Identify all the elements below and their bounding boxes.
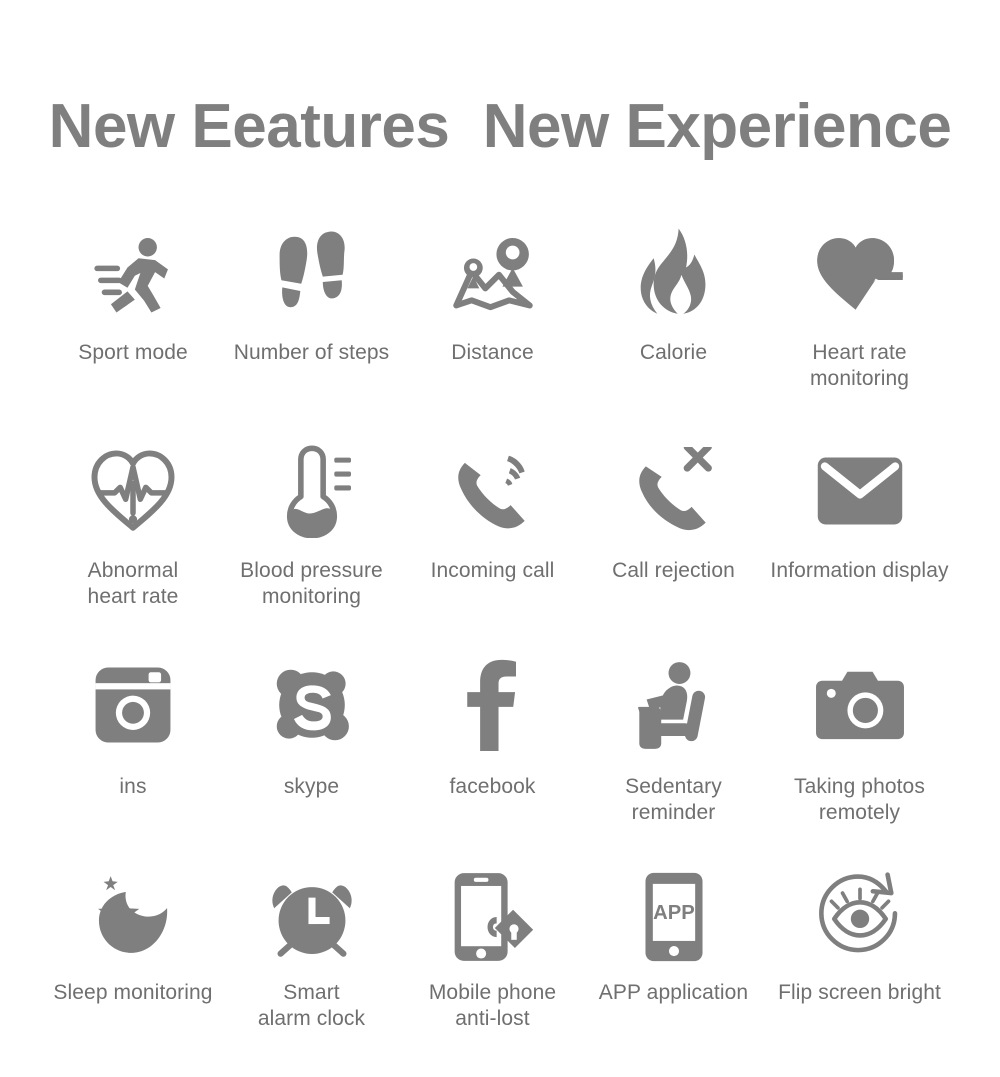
footprints-icon [267,224,357,322]
feature-item-flip-screen-bright[interactable]: Flip screen bright [764,868,955,1006]
feature-item-sport-mode[interactable]: Sport mode [45,224,221,366]
sitting-person-icon [632,656,716,754]
feature-item-blood-pressure-monitoring[interactable]: Blood pressure monitoring [221,442,402,610]
svg-text:APP: APP [653,902,695,924]
feature-item-sleep-monitoring[interactable]: Sleep monitoring [45,868,221,1006]
feature-row-1: Sport mode Number of steps Distance Calo… [0,224,1000,442]
feature-item-call-rejection[interactable]: Call rejection [583,442,764,584]
feature-item-taking-photos-remotely[interactable]: Taking photos remotely [764,656,955,826]
feature-item-calorie[interactable]: Calorie [583,224,764,366]
phone-reject-icon [630,442,718,540]
feature-label: Distance [451,341,534,364]
feature-item-distance[interactable]: Distance [402,224,583,366]
feature-label: Smart alarm clock [257,981,366,1030]
feature-label: facebook [449,775,536,798]
feature-label: skype [283,775,340,798]
thermometer-icon [273,442,351,540]
facebook-icon [465,656,521,754]
feature-label: ins [119,775,147,798]
feature-label: Abnormal heart rate [87,559,179,608]
phone-lock-icon [451,868,535,966]
flame-icon [637,224,711,322]
feature-item-information-display[interactable]: Information display [764,442,955,584]
feature-label: Heart rate monitoring [809,341,910,390]
heart-pulse-filled-icon [812,224,908,322]
feature-label: Sleep monitoring [53,981,213,1004]
feature-item-app-application[interactable]: APP APP application [583,868,764,1006]
phone-app-icon: APP [643,868,705,966]
skype-icon [271,656,353,754]
eye-rotate-icon [814,868,906,966]
feature-label: Flip screen bright [778,981,941,1004]
feature-item-smart-alarm-clock[interactable]: Smart alarm clock [221,868,402,1032]
map-pins-icon [446,224,540,322]
feature-label: Number of steps [233,341,390,364]
feature-label: Taking photos remotely [794,775,925,824]
feature-item-heart-rate-monitoring[interactable]: Heart rate monitoring [764,224,955,392]
feature-grid: Sport mode Number of steps Distance Calo… [0,224,1000,1068]
feature-item-skype[interactable]: skype [221,656,402,800]
feature-label: Mobile phone anti-lost [428,981,557,1030]
feature-item-facebook[interactable]: facebook [402,656,583,800]
feature-row-2: Abnormal heart rate Blood pressure monit… [0,442,1000,656]
feature-item-mobile-phone-anti-lost[interactable]: Mobile phone anti-lost [402,868,583,1032]
feature-item-ins[interactable]: ins [45,656,221,800]
instagram-icon [94,656,172,754]
feature-label: APP application [598,981,749,1004]
running-person-icon [87,224,179,322]
feature-poster: New Eeatures New Experience Sport mode N… [0,0,1000,1077]
feature-label: Information display [770,559,949,582]
feature-label: Sedentary reminder [625,775,722,824]
page-title-block: New Eeatures New Experience [0,0,1000,158]
feature-label: Blood pressure monitoring [240,559,383,608]
feature-row-3: ins skype facebook Sedentary reminder Ta… [0,656,1000,868]
feature-item-abnormal-heart-rate[interactable]: Abnormal heart rate [45,442,221,610]
phone-ringing-icon [449,442,537,540]
alarm-clock-icon [268,868,356,966]
page-title: New Eeatures New Experience [48,92,952,161]
camera-icon [815,656,905,754]
feature-label: Calorie [639,341,708,364]
moon-stars-icon [90,868,176,966]
feature-label: Sport mode [78,341,188,364]
feature-item-incoming-call[interactable]: Incoming call [402,442,583,584]
feature-item-sedentary-reminder[interactable]: Sedentary reminder [583,656,764,826]
feature-label: Call rejection [612,559,735,582]
heart-pulse-outline-alert-icon [87,442,179,540]
feature-row-4: Sleep monitoring Smart alarm clock Mobil… [0,868,1000,1068]
feature-label: Incoming call [430,559,555,582]
envelope-icon [816,442,904,540]
feature-item-number-of-steps[interactable]: Number of steps [221,224,402,366]
